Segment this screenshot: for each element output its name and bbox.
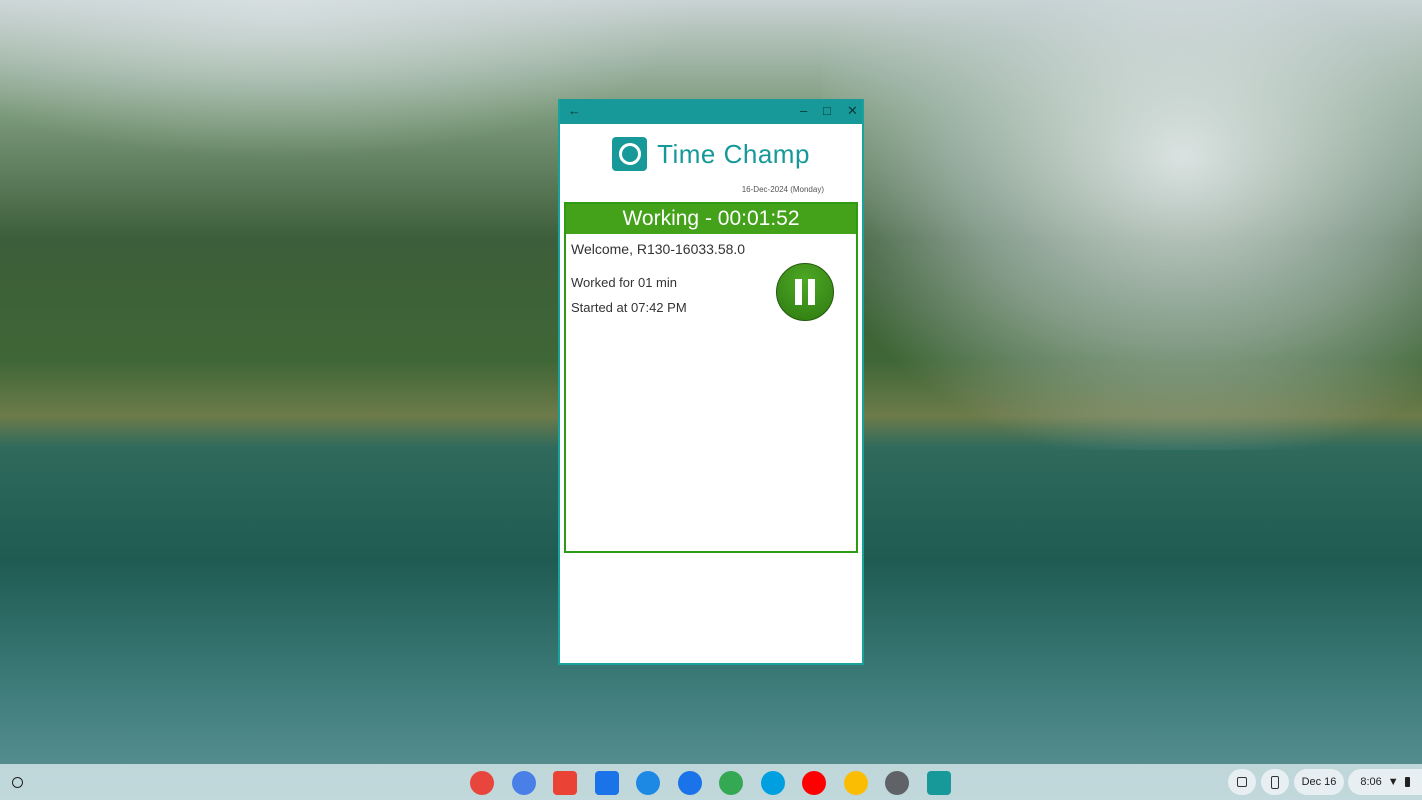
settings-icon[interactable] — [885, 771, 909, 795]
taskbar: Dec 16 8:06 ▼ — [0, 764, 1422, 800]
status-banner: Working - 00:01:52 — [566, 204, 856, 234]
messages-icon[interactable] — [677, 771, 702, 795]
maximize-button[interactable]: □ — [823, 103, 831, 118]
clock-icon — [612, 137, 648, 171]
worked-label: Worked for — [571, 275, 635, 290]
launcher-icon — [11, 776, 23, 788]
launcher-button[interactable] — [6, 771, 28, 793]
status-tray[interactable]: 8:06 ▼ — [1348, 769, 1422, 795]
date-button[interactable]: Dec 16 — [1294, 769, 1344, 795]
youtube-icon[interactable] — [802, 771, 826, 795]
title-bar: ← – □ ✕ — [560, 99, 862, 124]
worked-value: 01 min — [637, 275, 677, 290]
gemini-icon[interactable] — [511, 771, 536, 795]
photos-icon[interactable] — [843, 771, 868, 795]
status-panel: Working - 00:01:52 Welcome, R130-16033.5… — [564, 202, 858, 553]
clock-text: 8:06 — [1360, 776, 1382, 788]
app-logo: Time Champ — [560, 137, 862, 171]
welcome-text: Welcome, R130-16033.58.0 — [571, 241, 746, 257]
phone-hub-button[interactable] — [1261, 769, 1289, 795]
started-value: 07:42 PM — [631, 300, 687, 315]
screen-capture-button[interactable] — [1228, 769, 1256, 795]
time-champ-window: ← – □ ✕ Time Champ 16-Dec-2024 (Monday) … — [558, 99, 864, 665]
files-icon[interactable] — [636, 771, 660, 795]
started-label: Started at — [571, 300, 628, 315]
date-text: Dec 16 — [1301, 776, 1337, 788]
pause-icon — [808, 279, 815, 305]
calendar-icon[interactable] — [594, 771, 619, 795]
capture-icon — [1237, 777, 1247, 787]
gmail-icon[interactable] — [553, 771, 577, 795]
time-champ-icon[interactable] — [926, 771, 951, 795]
pause-button[interactable] — [776, 263, 834, 321]
close-button[interactable]: ✕ — [847, 103, 858, 119]
current-date: 16-Dec-2024 (Monday) — [741, 185, 824, 194]
pause-icon — [795, 279, 802, 305]
play-store-icon[interactable] — [760, 771, 785, 795]
wifi-icon: ▼ — [1387, 776, 1399, 788]
phone-icon — [1271, 775, 1279, 789]
battery-icon — [1404, 777, 1410, 787]
wallpaper-mist — [822, 0, 1422, 450]
app-title: Time Champ — [657, 138, 810, 169]
back-button[interactable]: ← — [568, 103, 581, 118]
meet-icon[interactable] — [719, 771, 743, 795]
minimize-button[interactable]: – — [800, 103, 807, 118]
chrome-icon[interactable] — [470, 771, 494, 795]
